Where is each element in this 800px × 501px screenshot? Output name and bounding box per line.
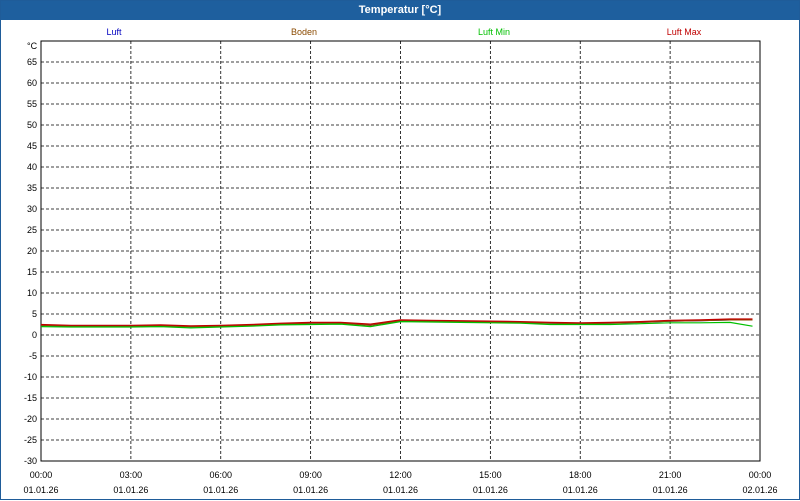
legend-entry-luft-min: Luft Min xyxy=(478,27,510,37)
x-tick-date-label: 01.01.26 xyxy=(563,485,598,495)
y-tick-label: 15 xyxy=(27,267,37,277)
y-tick-label: 50 xyxy=(27,120,37,130)
y-tick-label: 60 xyxy=(27,78,37,88)
x-tick-date-label: 01.01.26 xyxy=(113,485,148,495)
temperature-chart: 65605550454035302520151050-5-10-15-20-25… xyxy=(23,27,777,495)
x-tick-time-label: 00:00 xyxy=(30,470,53,480)
x-tick-date-label: 01.01.26 xyxy=(23,485,58,495)
y-tick-label: 45 xyxy=(27,141,37,151)
x-tick-time-label: 09:00 xyxy=(299,470,322,480)
x-tick-time-label: 18:00 xyxy=(569,470,592,480)
y-tick-label: -25 xyxy=(24,435,37,445)
y-tick-label: 10 xyxy=(27,288,37,298)
y-tick-label: 30 xyxy=(27,204,37,214)
grid-layer xyxy=(41,41,760,462)
legend: Luft Boden Luft Min Luft Max xyxy=(106,27,701,37)
legend-entry-luft-max: Luft Max xyxy=(667,27,702,37)
y-tick-label: -15 xyxy=(24,393,37,403)
chart-window: Temperatur [°C] 65 60 55 50 45 40 35 30 25 20 15 10… xyxy=(0,0,800,500)
y-tick-label: 20 xyxy=(27,246,37,256)
y-tick-label: 0 xyxy=(32,330,37,340)
x-tick-time-label: 21:00 xyxy=(659,470,682,480)
x-tick-time-label: 06:00 xyxy=(209,470,232,480)
x-tick-date-label: 01.01.26 xyxy=(203,485,238,495)
y-tick-label: 25 xyxy=(27,225,37,235)
x-tick-date-label: 01.01.26 xyxy=(293,485,328,495)
series-layer xyxy=(40,318,753,329)
x-tick-time-label: 12:00 xyxy=(389,470,412,480)
x-tick-date-label: 01.01.26 xyxy=(383,485,418,495)
x-tick-time-label: 00:00 xyxy=(749,470,772,480)
y-axis: 65605550454035302520151050-5-10-15-20-25… xyxy=(24,57,37,466)
legend-entry-boden: Boden xyxy=(291,27,317,37)
y-tick-label: 35 xyxy=(27,183,37,193)
y-tick-label: 5 xyxy=(32,309,37,319)
y-tick-label: -30 xyxy=(24,456,37,466)
x-tick-time-label: 03:00 xyxy=(120,470,143,480)
y-tick-label: 55 xyxy=(27,99,37,109)
legend-entry-luft: Luft xyxy=(106,27,122,37)
y-tick-label: 65 xyxy=(27,57,37,67)
x-tick-date-label: 02.01.26 xyxy=(742,485,777,495)
x-tick-date-label: 01.01.26 xyxy=(653,485,688,495)
x-axis: 00:00 01.01.26 03:00 01.01.26 06:00 01.01.26 0… xyxy=(23,470,777,495)
x-tick-time-label: 15:00 xyxy=(479,470,502,480)
y-tick-label: -10 xyxy=(24,372,37,382)
x-tick-date-label: 01.01.26 xyxy=(473,485,508,495)
y-axis-unit-label: °C xyxy=(27,41,38,51)
y-tick-label: -20 xyxy=(24,414,37,424)
y-tick-label: -5 xyxy=(29,351,37,361)
y-tick-label: 40 xyxy=(27,162,37,172)
